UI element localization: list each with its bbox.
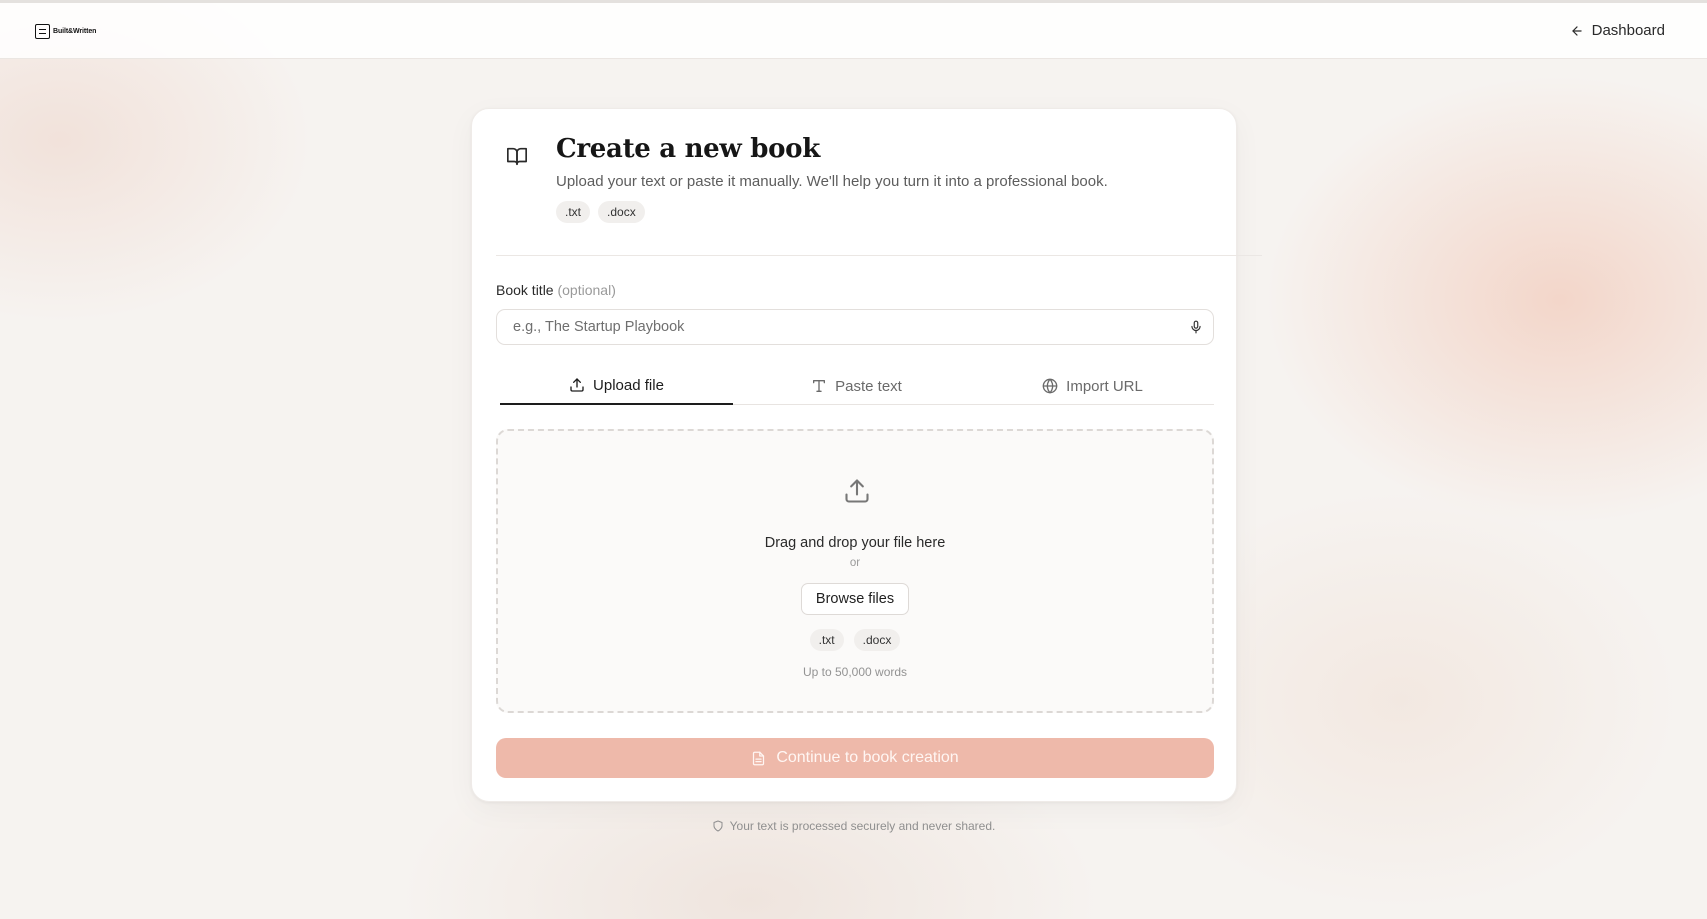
- dropzone-format-chips: .txt .docx: [498, 629, 1212, 651]
- tab-import-url[interactable]: Import URL: [976, 367, 1209, 405]
- dashboard-link-label: Dashboard: [1591, 22, 1665, 39]
- header-divider: [496, 255, 1262, 256]
- tab-upload-file-label: Upload file: [593, 376, 664, 394]
- input-method-tabs: Upload file Paste text Import URL: [500, 367, 1214, 405]
- format-chips: .txt .docx: [556, 201, 645, 223]
- page-subtitle: Upload your text or paste it manually. W…: [556, 173, 1108, 190]
- globe-icon: [1042, 378, 1058, 394]
- tab-import-url-label: Import URL: [1066, 377, 1143, 395]
- file-dropzone[interactable]: Drag and drop your file here or Browse f…: [496, 429, 1214, 713]
- document-icon: [753, 751, 765, 765]
- format-chip-txt: .txt: [556, 201, 591, 223]
- upload-icon: [570, 378, 584, 392]
- page-title: Create a new book: [556, 134, 820, 164]
- tab-upload-file[interactable]: Upload file: [500, 367, 733, 405]
- app-header: Built&Written Dashboard: [0, 3, 1707, 59]
- security-note: Your text is processed securely and neve…: [0, 819, 1707, 833]
- text-icon: [813, 380, 826, 392]
- word-limit-note: Up to 50,000 words: [802, 665, 908, 679]
- security-note-text: Your text is processed securely and neve…: [729, 819, 996, 833]
- dropzone-chip-txt: .txt: [809, 629, 844, 651]
- app-logo[interactable]: Built&Written: [35, 23, 96, 39]
- book-title-input[interactable]: [497, 310, 1157, 344]
- optional-hint: (optional): [557, 282, 616, 298]
- tab-paste-text[interactable]: Paste text: [740, 367, 973, 405]
- book-title-label-text: Book title: [496, 282, 554, 298]
- dashboard-link[interactable]: Dashboard: [1570, 22, 1665, 39]
- format-chip-docx: .docx: [598, 201, 645, 223]
- microphone-icon[interactable]: [1189, 320, 1203, 334]
- book-open-icon: [507, 147, 527, 166]
- dropzone-instructions: Drag and drop your file here: [764, 535, 946, 551]
- dropzone-or: or: [849, 557, 861, 569]
- book-title-field: [496, 309, 1214, 345]
- continue-button[interactable]: Continue to book creation: [496, 738, 1214, 778]
- arrow-left-icon: [1571, 25, 1582, 36]
- logo-text: Built&Written: [53, 27, 97, 35]
- shield-icon: [713, 820, 723, 832]
- browse-files-button[interactable]: Browse files: [801, 583, 909, 615]
- tab-paste-text-label: Paste text: [835, 377, 902, 395]
- logo-icon: [35, 23, 50, 39]
- book-title-label: Book title (optional): [496, 282, 616, 298]
- upload-icon: [845, 479, 869, 503]
- continue-button-label: Continue to book creation: [776, 749, 959, 766]
- create-book-card: Create a new book Upload your text or pa…: [471, 108, 1262, 802]
- dropzone-chip-docx: .docx: [853, 629, 901, 651]
